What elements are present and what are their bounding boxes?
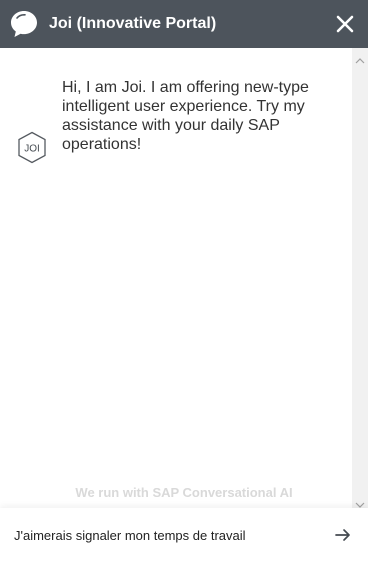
bot-message: Hi, I am Joi. I am offering new-type int…	[62, 79, 309, 153]
message-composer	[0, 508, 368, 562]
close-icon[interactable]	[334, 13, 356, 35]
bot-avatar: JOI	[17, 131, 47, 164]
avatar-label: JOI	[24, 144, 40, 155]
chat-header: Joi (Innovative Portal)	[0, 0, 368, 48]
chat-bubble-icon	[8, 8, 40, 40]
scroll-down-icon[interactable]	[355, 496, 365, 508]
brand-footer: We run with SAP Conversational AI	[75, 485, 293, 500]
chat-window: Joi (Innovative Portal) Hi, I am Joi. I …	[0, 0, 368, 562]
arrow-right-icon[interactable]	[334, 526, 352, 544]
scroll-up-icon[interactable]	[355, 52, 365, 64]
message-input[interactable]	[14, 522, 314, 548]
chat-title: Joi (Innovative Portal)	[49, 15, 217, 32]
message-list[interactable]: Hi, I am Joi. I am offering new-type int…	[0, 48, 352, 508]
scrollbar[interactable]	[352, 48, 368, 508]
